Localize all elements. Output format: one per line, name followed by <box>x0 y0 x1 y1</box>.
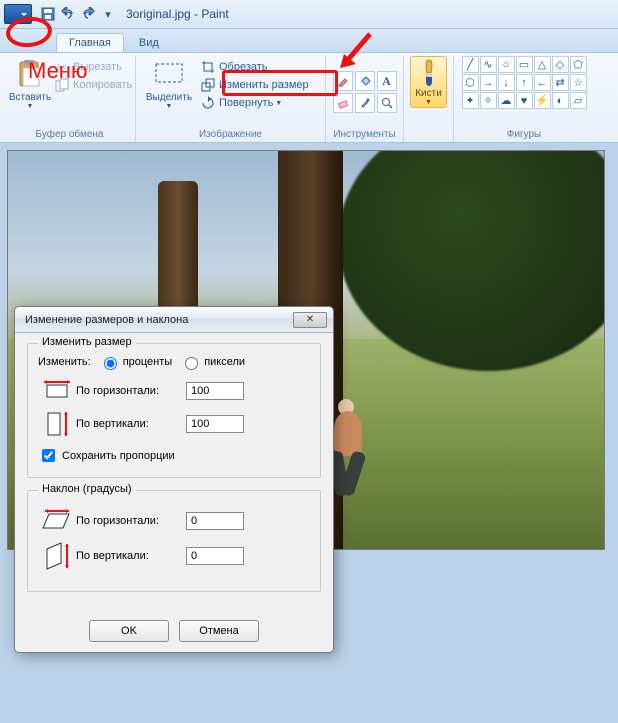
paste-button[interactable]: Вставить ▼ <box>10 56 50 110</box>
dialog-titlebar[interactable]: Изменение размеров и наклона ✕ <box>15 307 333 333</box>
resize-button[interactable]: Изменить размер <box>200 76 309 94</box>
dialog-title: Изменение размеров и наклона <box>25 314 188 326</box>
fill-tool[interactable] <box>355 71 375 91</box>
resize-fieldset: Изменить размер Изменить: проценты пиксе… <box>27 343 321 478</box>
group-clipboard-label: Буфер обмена <box>10 128 129 142</box>
cancel-button[interactable]: Отмена <box>179 620 259 642</box>
cut-button[interactable]: ✂ Вырезать <box>54 58 132 76</box>
tab-home[interactable]: Главная <box>56 33 124 52</box>
close-icon: ✕ <box>306 314 314 325</box>
skew-vertical-label: По вертикали: <box>76 550 186 562</box>
ok-button[interactable]: OK <box>89 620 169 642</box>
keep-aspect-checkbox[interactable] <box>42 449 55 462</box>
qat-customize-icon[interactable]: ▾ <box>99 5 117 23</box>
group-image-label: Изображение <box>142 128 319 142</box>
crop-button[interactable]: Обрезать <box>200 58 309 76</box>
resize-dialog: Изменение размеров и наклона ✕ Изменить … <box>14 306 334 653</box>
rotate-button[interactable]: Повернуть ▼ <box>200 94 309 112</box>
group-tools-label: Инструменты <box>332 128 397 142</box>
skew-legend: Наклон (градусы) <box>38 483 136 495</box>
picker-tool[interactable] <box>355 93 375 113</box>
group-shapes-label: Фигуры <box>460 128 588 142</box>
clipboard-icon <box>14 58 46 90</box>
select-button[interactable]: Выделить ▼ <box>142 56 196 110</box>
keep-aspect-label: Сохранить пропорции <box>62 450 175 462</box>
undo-icon[interactable] <box>59 5 77 23</box>
skew-horizontal-label: По горизонтали: <box>76 515 186 527</box>
radio-percent[interactable]: проценты <box>99 354 173 370</box>
radio-pixels[interactable]: пиксели <box>180 354 245 370</box>
ribbon: Вставить ▼ ✂ Вырезать Копировать Буфер о… <box>0 53 618 143</box>
group-brushes: Кисти ▼ <box>404 56 454 142</box>
skew-vertical-input[interactable] <box>186 547 244 565</box>
resize-horizontal-icon <box>38 380 76 402</box>
redo-icon[interactable] <box>79 5 97 23</box>
resize-by-label: Изменить: <box>38 356 91 368</box>
resize-vertical-input[interactable] <box>186 415 244 433</box>
resize-icon <box>200 77 216 93</box>
group-tools: A Инструменты <box>326 56 404 142</box>
text-tool[interactable]: A <box>377 71 397 91</box>
crop-icon <box>200 59 216 75</box>
tab-view[interactable]: Вид <box>126 33 172 52</box>
select-icon <box>153 58 185 90</box>
skew-horizontal-input[interactable] <box>186 512 244 530</box>
pencil-tool[interactable] <box>333 71 353 91</box>
group-shapes: ╱∿○▭△◇⬠ ⬡→↓↑←⇄☆ ✦✧☁♥⚡◐▱ Фигуры <box>454 56 594 142</box>
eraser-tool[interactable] <box>333 93 353 113</box>
app-menu-button[interactable] <box>4 4 32 24</box>
skew-fieldset: Наклон (градусы) По горизонтали: По верт… <box>27 490 321 592</box>
magnifier-tool[interactable] <box>377 93 397 113</box>
ribbon-tabs: Главная Вид <box>0 29 618 53</box>
resize-horizontal-input[interactable] <box>186 382 244 400</box>
titlebar: ▾ 3original.jpg - Paint <box>0 0 618 29</box>
shapes-gallery[interactable]: ╱∿○▭△◇⬠ ⬡→↓↑←⇄☆ ✦✧☁♥⚡◐▱ <box>462 56 587 109</box>
skew-vertical-icon <box>38 541 76 571</box>
dialog-close-button[interactable]: ✕ <box>293 312 327 328</box>
resize-vertical-icon <box>38 410 76 438</box>
scissors-icon: ✂ <box>54 59 70 75</box>
copy-button[interactable]: Копировать <box>54 76 132 94</box>
resize-horizontal-label: По горизонтали: <box>76 385 186 397</box>
group-image: Выделить ▼ Обрезать Изменить размер <box>136 56 326 142</box>
copy-icon <box>54 77 70 93</box>
skew-horizontal-icon <box>38 509 76 533</box>
window-title: 3original.jpg - Paint <box>126 7 229 21</box>
brush-icon <box>416 58 442 88</box>
rotate-icon <box>200 95 216 111</box>
brushes-button[interactable]: Кисти ▼ <box>410 56 447 108</box>
group-clipboard: Вставить ▼ ✂ Вырезать Копировать Буфер о… <box>4 56 136 142</box>
resize-legend: Изменить размер <box>38 336 136 348</box>
resize-vertical-label: По вертикали: <box>76 418 186 430</box>
save-icon[interactable] <box>39 5 57 23</box>
